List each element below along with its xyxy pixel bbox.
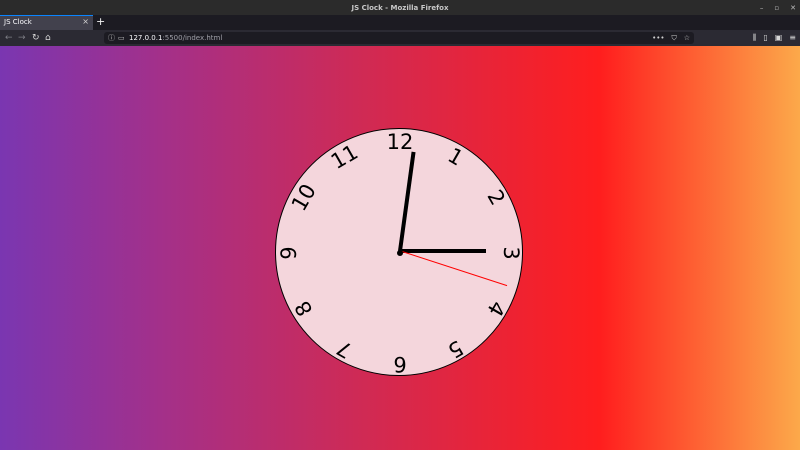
url-host: 127.0.0.1 — [129, 34, 163, 42]
menu-icon[interactable]: ≡ — [789, 31, 796, 45]
url-text[interactable]: 127.0.0.1:5500/index.html — [129, 32, 222, 44]
clock-center-dot — [397, 250, 403, 256]
page-icon: ▭ — [118, 34, 125, 42]
home-icon[interactable]: ⌂ — [45, 31, 51, 45]
back-arrow-icon[interactable]: ← — [5, 31, 13, 45]
navigation-bar: ← → ↻ ⌂ ⓘ ▭ 127.0.0.1:5500/index.html ••… — [0, 30, 800, 46]
page-content: 12 1 2 3 4 5 6 7 8 9 10 11 — [0, 46, 800, 450]
pocket-icon[interactable]: ⛉ — [671, 32, 676, 44]
url-path: :5500/index.html — [162, 34, 223, 42]
tab-close-icon[interactable]: × — [82, 17, 89, 26]
reload-icon[interactable]: ↻ — [32, 31, 40, 45]
tab-js-clock[interactable]: JS Clock × — [0, 15, 93, 30]
bookmark-star-icon[interactable]: ☆ — [684, 32, 690, 44]
hour-hand — [400, 249, 486, 253]
window-title-bar: JS Clock - Mozilla Firefox – ▫ ✕ — [0, 0, 800, 15]
minimize-button[interactable]: – — [760, 4, 764, 12]
page-actions-icon[interactable]: ••• — [652, 32, 664, 44]
url-bar[interactable]: ⓘ ▭ 127.0.0.1:5500/index.html ••• ⛉ ☆ — [104, 32, 694, 44]
close-window-button[interactable]: ✕ — [790, 4, 796, 12]
forward-arrow-icon[interactable]: → — [18, 31, 26, 45]
tab-label: JS Clock — [4, 18, 32, 26]
sidebar-icon[interactable]: ▯ — [763, 31, 767, 45]
extension-icon[interactable]: ▣ — [775, 31, 783, 45]
tab-strip: JS Clock × + — [0, 15, 800, 30]
maximize-button[interactable]: ▫ — [774, 4, 779, 12]
new-tab-button[interactable]: + — [96, 15, 105, 29]
site-info-icon[interactable]: ⓘ — [108, 32, 115, 44]
clock-face: 12 1 2 3 4 5 6 7 8 9 10 11 — [275, 128, 523, 376]
library-icon[interactable]: ⫼ — [753, 31, 757, 45]
window-title: JS Clock - Mozilla Firefox — [351, 3, 449, 12]
